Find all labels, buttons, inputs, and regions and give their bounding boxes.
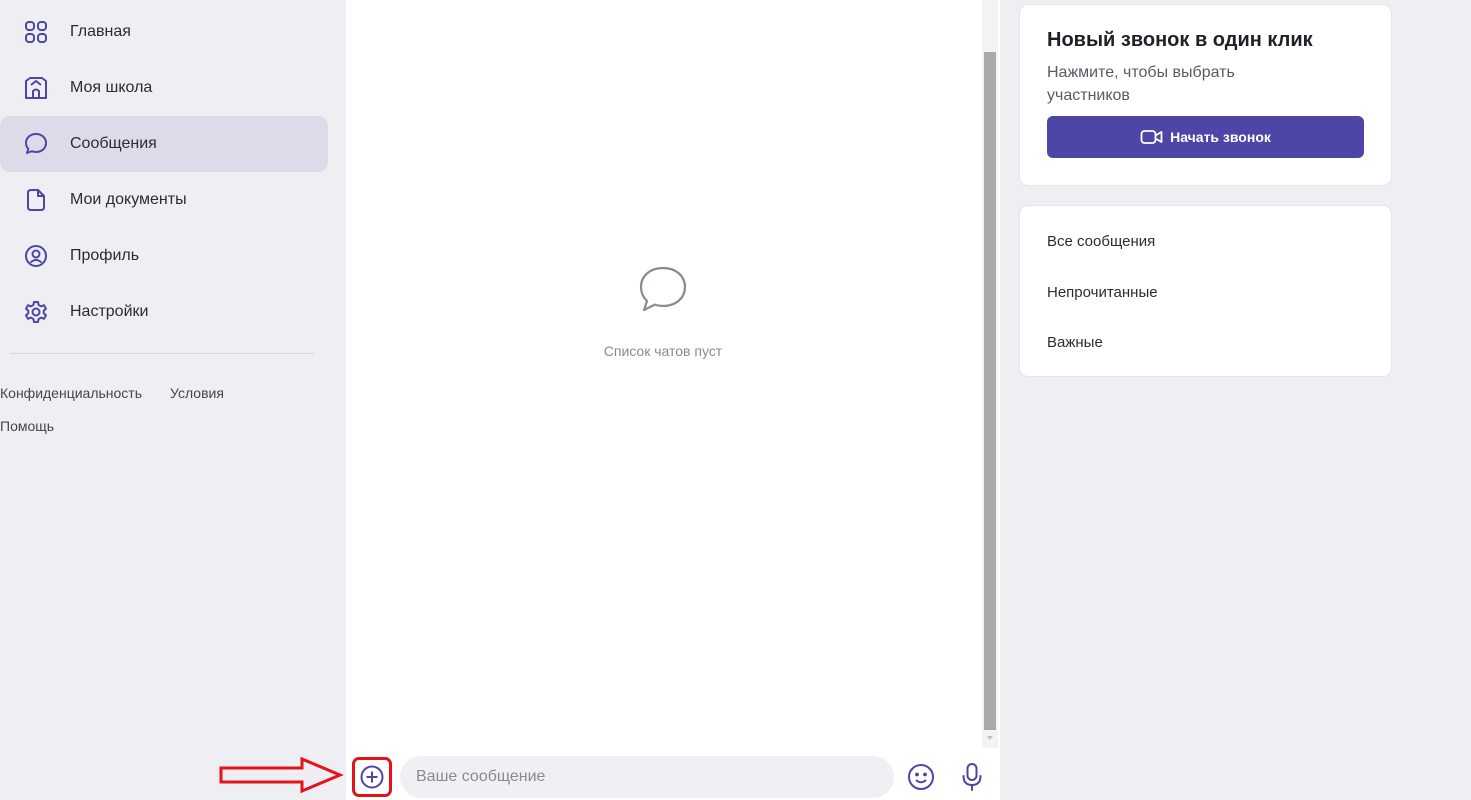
- new-call-subtitle[interactable]: Нажмите, чтобы выбрать участников: [1047, 61, 1307, 107]
- filter-all-messages[interactable]: Все сообщения: [1047, 233, 1155, 250]
- add-attachment-button[interactable]: [352, 757, 392, 797]
- scrollbar-thumb[interactable]: [984, 52, 996, 730]
- sidebar-nav: Главная Моя школа Сообщения Мои документ…: [0, 4, 330, 340]
- school-icon: [22, 74, 50, 102]
- microphone-button[interactable]: [960, 762, 984, 792]
- footer-row: Конфиденциальность Условия: [0, 376, 330, 409]
- microphone-icon: [962, 763, 982, 791]
- sidebar-item-label: Моя школа: [70, 79, 153, 96]
- sidebar-item-settings[interactable]: Настройки: [0, 284, 328, 340]
- sidebar-item-documents[interactable]: Мои документы: [0, 172, 328, 228]
- sidebar-item-home[interactable]: Главная: [0, 4, 328, 60]
- user-circle-icon: [22, 242, 50, 270]
- chat-bubble-icon: [22, 130, 50, 158]
- sidebar-item-label: Мои документы: [70, 191, 187, 208]
- sidebar-item-label: Настройки: [70, 303, 149, 320]
- footer-row: Помощь: [0, 409, 330, 442]
- empty-state-text: Список чатов пуст: [603, 343, 723, 359]
- smile-icon: [908, 764, 934, 790]
- annotation-arrow-icon: [219, 756, 344, 794]
- sidebar-item-messages[interactable]: Сообщения: [0, 116, 328, 172]
- sidebar-footer: Конфиденциальность Условия Помощь: [0, 376, 330, 442]
- scroll-down-arrow-icon[interactable]: [987, 736, 993, 740]
- plus-circle-icon: [360, 765, 384, 789]
- app-root: Главная Моя школа Сообщения Мои документ…: [0, 0, 1471, 800]
- chat-panel: Список чатов пуст: [346, 0, 1000, 800]
- empty-state: Список чатов пуст: [346, 262, 980, 359]
- start-call-label: Начать звонок: [1170, 129, 1271, 145]
- terms-link[interactable]: Условия: [170, 385, 224, 401]
- sidebar-divider: [10, 353, 314, 354]
- document-icon: [22, 186, 50, 214]
- gear-icon: [22, 298, 50, 326]
- sidebar-item-label: Сообщения: [70, 135, 157, 152]
- sidebar-item-profile[interactable]: Профиль: [0, 228, 328, 284]
- grid-icon: [22, 18, 50, 46]
- privacy-link[interactable]: Конфиденциальность: [0, 385, 142, 401]
- help-link[interactable]: Помощь: [0, 418, 54, 434]
- start-call-button[interactable]: Начать звонок: [1047, 116, 1364, 158]
- new-call-title: Новый звонок в один клик: [1047, 29, 1313, 51]
- sidebar-item-label: Профиль: [70, 247, 140, 264]
- message-filters-card: Все сообщения Непрочитанные Важные: [1020, 206, 1391, 376]
- emoji-button[interactable]: [906, 762, 936, 792]
- sidebar: Главная Моя школа Сообщения Мои документ…: [0, 0, 346, 800]
- filter-important[interactable]: Важные: [1047, 334, 1103, 351]
- chat-scrollbar[interactable]: [982, 0, 998, 748]
- sidebar-item-my-school[interactable]: Моя школа: [0, 60, 328, 116]
- video-camera-icon: [1140, 130, 1163, 144]
- sidebar-item-label: Главная: [70, 23, 131, 40]
- chat-bubble-icon: [346, 262, 980, 323]
- filter-unread[interactable]: Непрочитанные: [1047, 284, 1158, 301]
- new-call-card: Новый звонок в один клик Нажмите, чтобы …: [1020, 5, 1391, 185]
- message-composer: [346, 754, 1000, 800]
- message-input[interactable]: [400, 756, 894, 798]
